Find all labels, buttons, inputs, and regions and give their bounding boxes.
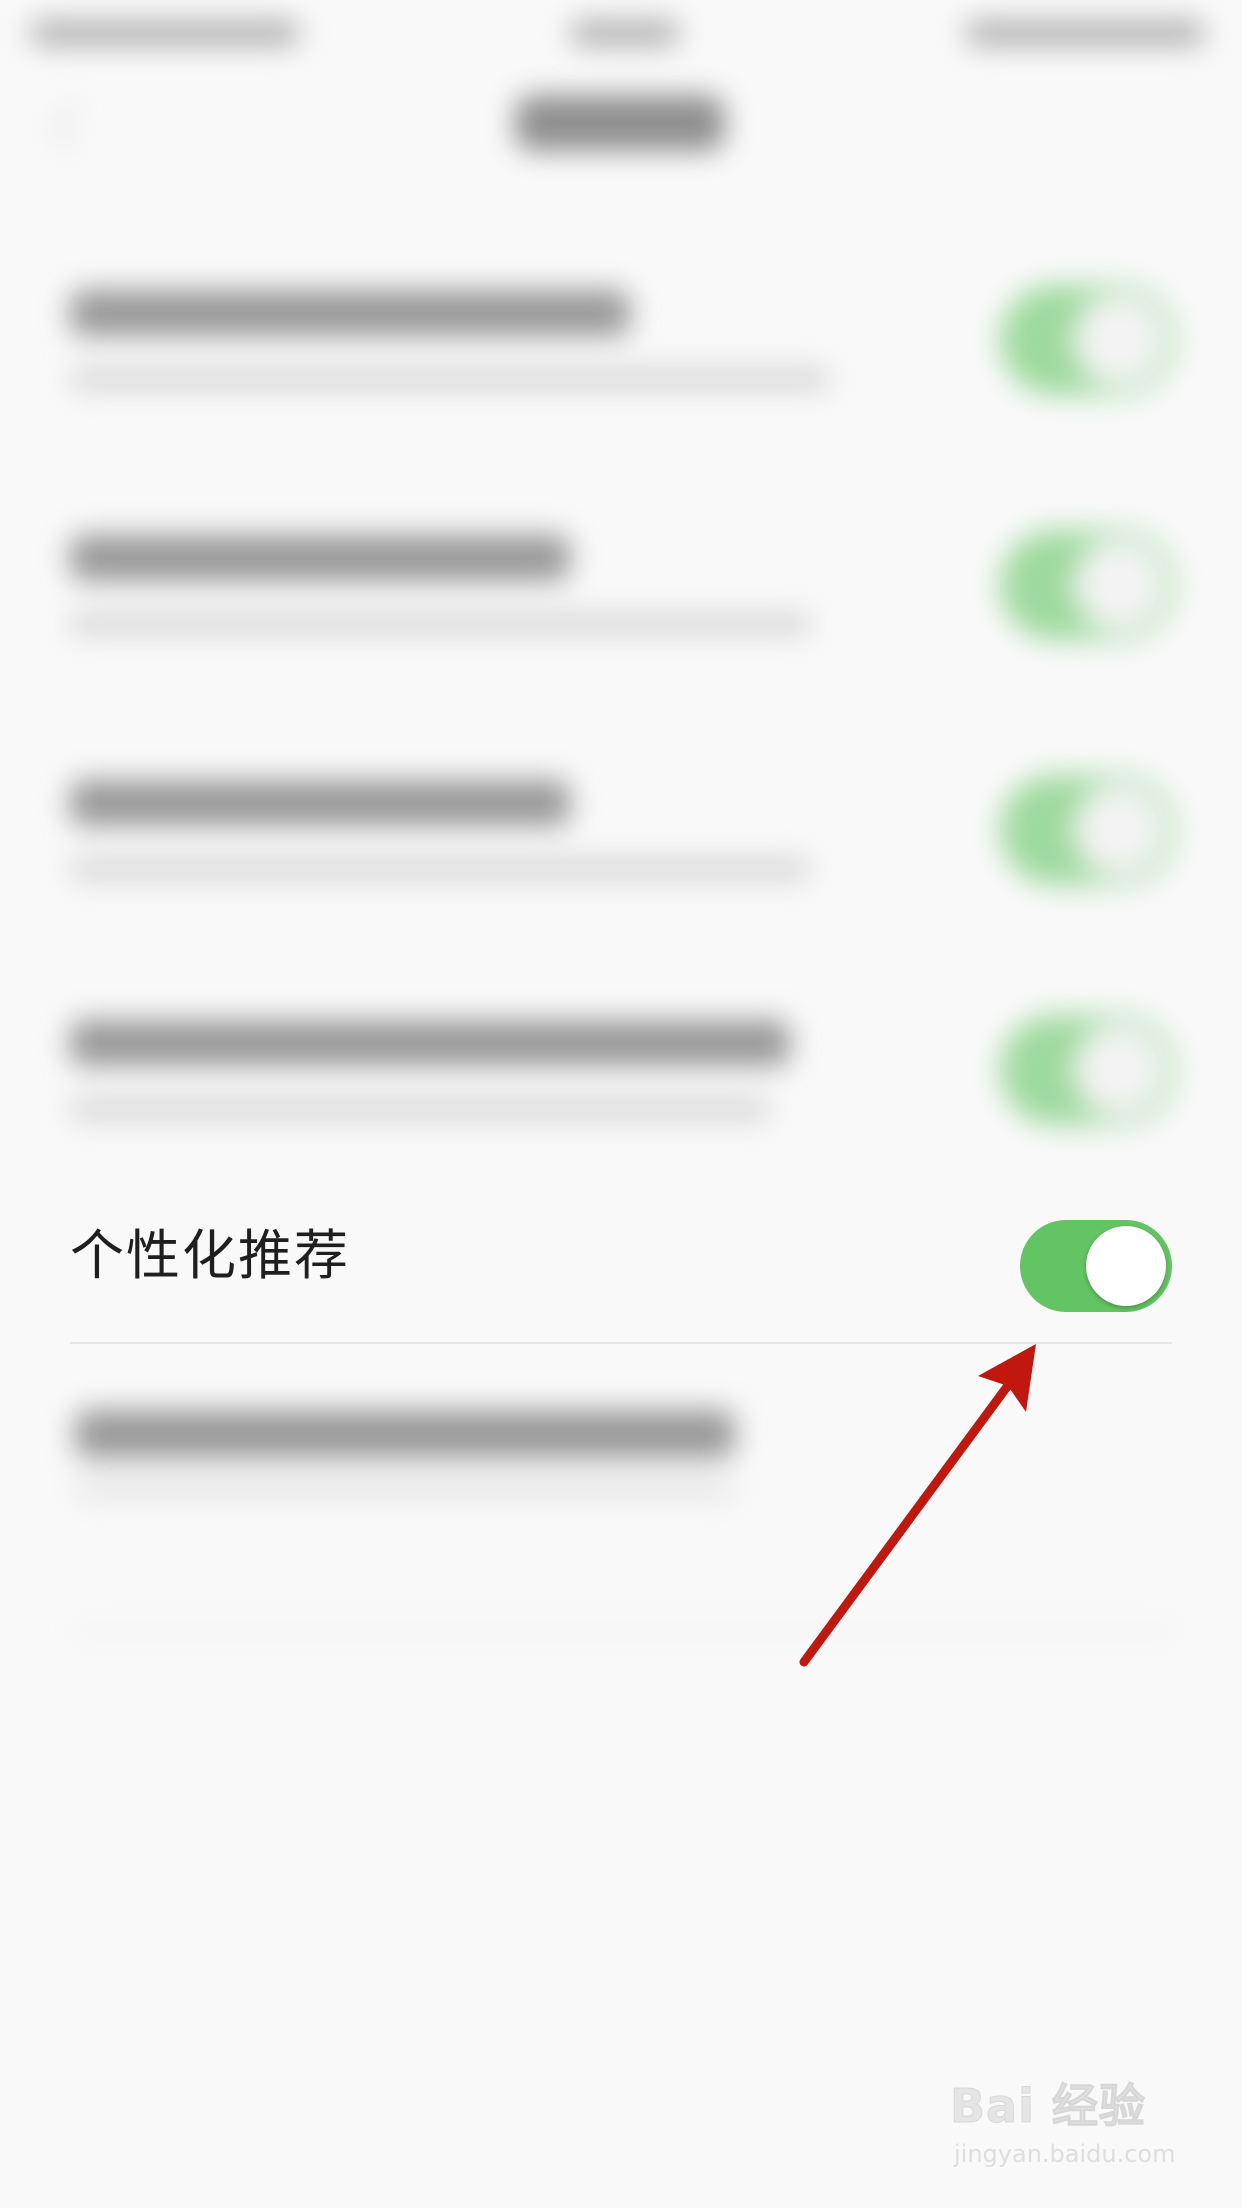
personalized-recommendation-row: 个性化推荐: [0, 1180, 1242, 1340]
watermark-url: jingyan.baidu.com: [954, 2140, 1176, 2168]
baidu-jingyan-watermark: Bai 经验 jingyan.baidu.com: [950, 2070, 1190, 2180]
blurred-toggle[interactable]: [1000, 530, 1175, 640]
blurred-row-subtitle: [70, 368, 830, 390]
blurred-row-subtitle: [75, 1480, 735, 1498]
personalized-recommendation-toggle[interactable]: [1020, 1220, 1172, 1312]
blurred-row-subtitle: [70, 1098, 770, 1120]
status-bar: [0, 12, 1242, 56]
blurred-row-subtitle: [70, 613, 810, 635]
blurred-toggle[interactable]: [1000, 1015, 1175, 1125]
blurred-toggle[interactable]: [1000, 285, 1175, 395]
toggle-knob: [1086, 1226, 1166, 1306]
annotation-arrow-icon: [799, 1344, 1036, 1667]
blurred-row-title: [70, 780, 570, 826]
watermark-logo-text: Bai 经验: [950, 2079, 1146, 2134]
blurred-setting-row: [0, 730, 1242, 970]
settings-screen: 个性化推荐 Bai 经验 jingyan.baidu.com: [0, 0, 1242, 2208]
back-chevron-icon[interactable]: [50, 100, 101, 151]
blurred-setting-row: [0, 485, 1242, 725]
page-title: [515, 95, 725, 151]
blurred-row-title: [75, 1410, 735, 1458]
blurred-setting-row: [0, 970, 1242, 1210]
blurred-toggle[interactable]: [1000, 775, 1175, 885]
blurred-row-subtitle: [70, 858, 810, 880]
blurred-row-title: [70, 290, 630, 336]
status-bar-carrier: [30, 20, 300, 46]
personalized-recommendation-label: 个性化推荐: [70, 1224, 350, 1287]
blurred-setting-row: [0, 240, 1242, 480]
blurred-row-title: [70, 535, 570, 581]
status-bar-time: [570, 20, 680, 46]
status-bar-battery: [965, 20, 1205, 46]
blurred-row-title: [70, 1020, 790, 1066]
annotation-arrow-head: [978, 1344, 1036, 1412]
annotation-arrow-shaft: [799, 1375, 1017, 1667]
